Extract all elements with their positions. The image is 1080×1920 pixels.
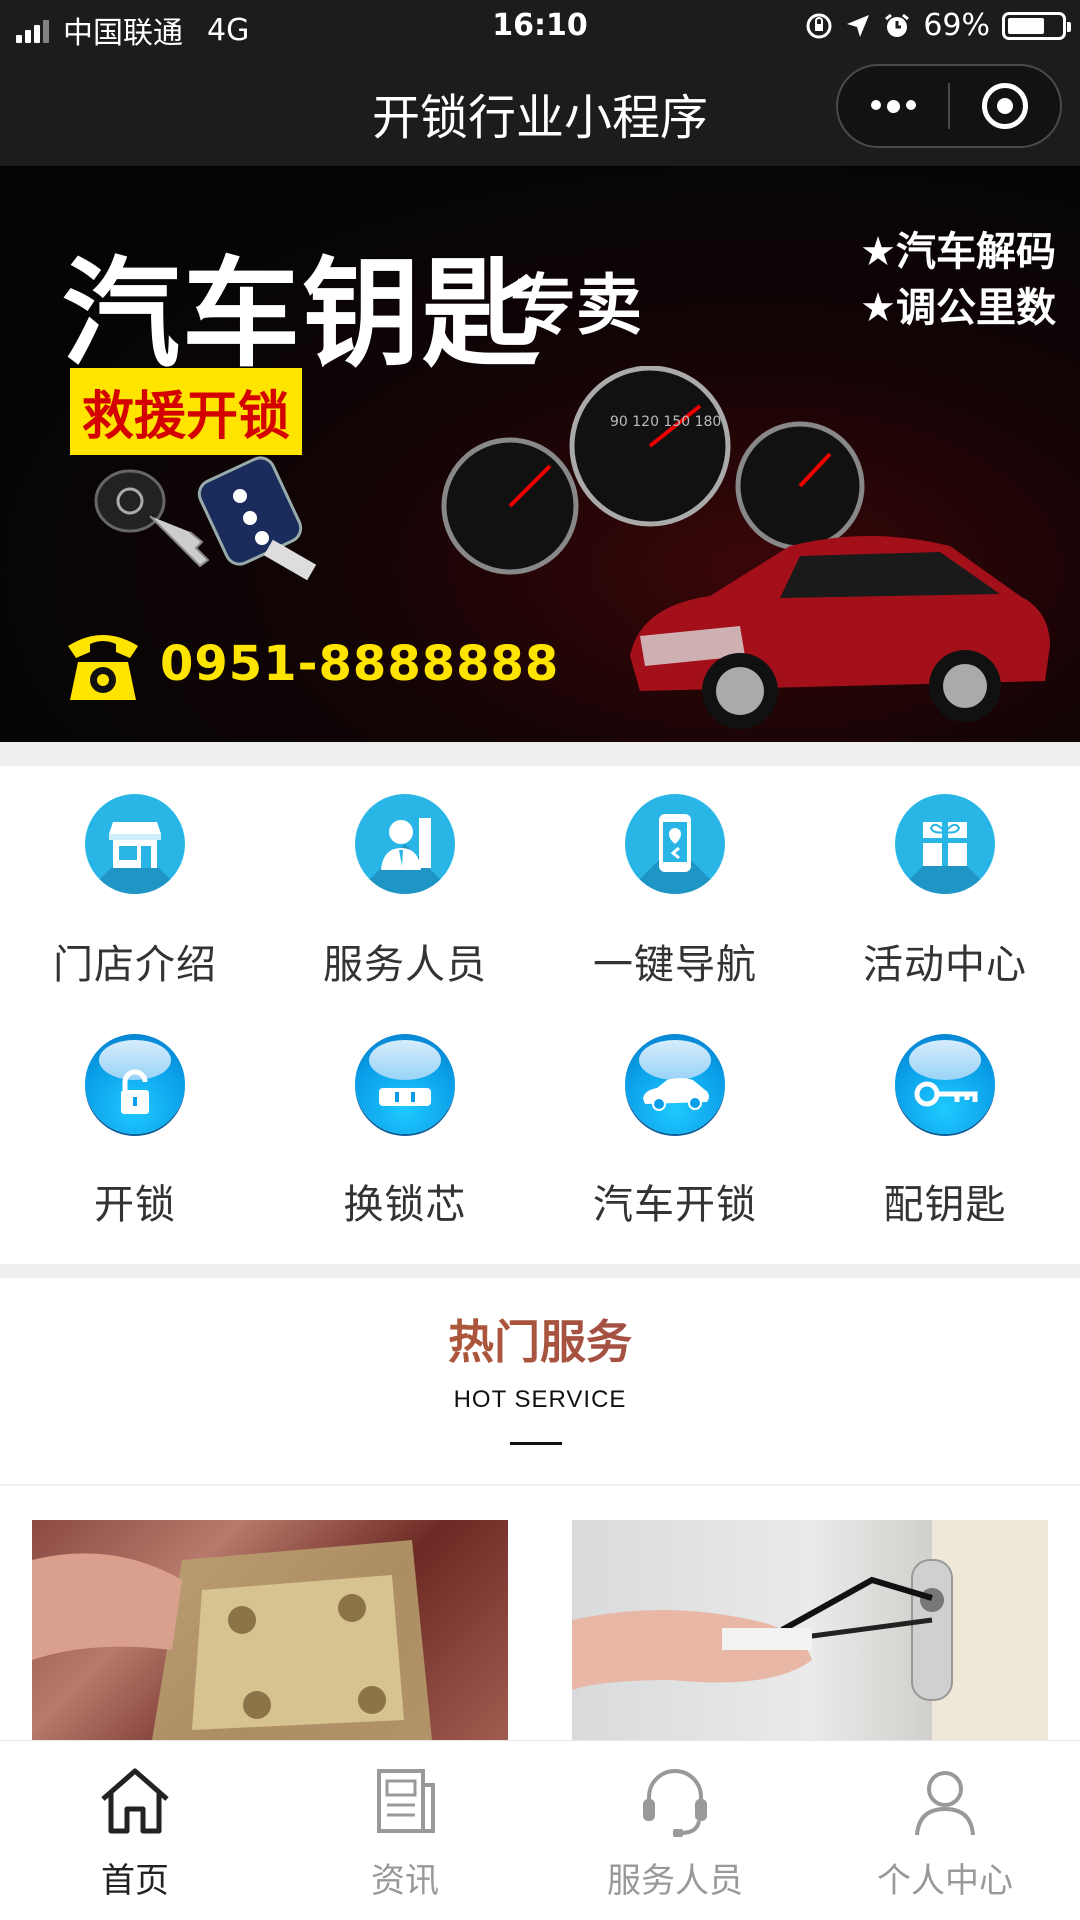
service-card-key-photo[interactable] <box>572 1520 1048 1740</box>
section-divider <box>0 1264 1080 1278</box>
tab-label: 服务人员 <box>607 1861 743 1901</box>
car-keys-image <box>94 456 317 581</box>
car-icon <box>625 1034 725 1134</box>
banner-feature-list: ★汽车解码 ★调公里数 <box>860 224 1056 336</box>
grid-label: 活动中心 <box>863 942 1027 988</box>
tab-home[interactable]: 首页 <box>0 1741 270 1920</box>
grid-label: 门店介绍 <box>53 942 217 988</box>
navigation-bar: 开锁行业小程序 <box>0 54 1080 166</box>
location-arrow-icon <box>847 14 870 37</box>
padlock-icon <box>85 1034 185 1134</box>
battery-percent: 69% <box>923 8 990 43</box>
target-circle-icon <box>981 83 1028 129</box>
battery-level <box>1008 17 1044 34</box>
red-car-image <box>630 536 1050 729</box>
key-icon <box>895 1034 995 1134</box>
lock-cylinder-icon <box>355 1034 455 1134</box>
rescue-unlock-tag: 救援开锁 <box>70 368 303 455</box>
grid-label: 服务人员 <box>323 942 487 988</box>
more-dots-icon <box>870 99 916 113</box>
storefront-icon <box>85 794 185 894</box>
key-in-lock-image <box>572 1520 1048 1740</box>
banner-title-suffix: 专卖 <box>510 267 642 344</box>
section-separator <box>0 1484 1080 1486</box>
tab-service-staff[interactable]: 服务人员 <box>540 1741 810 1920</box>
mini-program-capsule <box>836 64 1062 148</box>
staff-person-icon <box>355 794 455 894</box>
telephone-icon <box>68 635 138 700</box>
grid-item-activity-center[interactable]: 活动中心 <box>810 766 1080 1006</box>
grid-label: 换锁芯 <box>343 1182 467 1228</box>
tab-news[interactable]: 资讯 <box>270 1741 540 1920</box>
lock-hasp-image <box>32 1540 432 1740</box>
banner-feature: ★调公里数 <box>860 285 1056 331</box>
gift-icon <box>895 794 995 894</box>
grid-label: 一键导航 <box>593 942 757 988</box>
bottom-tab-bar: 首页 资讯 服务人员 个人中心 <box>0 1740 1080 1920</box>
orientation-lock-icon <box>806 13 832 38</box>
service-card-unlock-photo[interactable] <box>32 1520 508 1740</box>
tab-label: 资讯 <box>371 1861 439 1901</box>
tab-label: 个人中心 <box>877 1861 1013 1901</box>
grid-item-unlock[interactable]: 开锁 <box>0 1006 270 1246</box>
grid-item-store-intro[interactable]: 门店介绍 <box>0 766 270 1006</box>
more-button[interactable] <box>838 66 948 146</box>
grid-item-replace-cylinder[interactable]: 换锁芯 <box>270 1006 540 1246</box>
grid-item-navigation[interactable]: 一键导航 <box>540 766 810 1006</box>
banner-title: 汽车钥匙 <box>62 245 543 383</box>
news-icon <box>377 1769 435 1833</box>
tab-personal-center[interactable]: 个人中心 <box>810 1741 1080 1920</box>
status-right: 69% <box>805 8 1071 43</box>
banner-phone-number: 0951-8888888 <box>160 636 560 692</box>
grid-label: 汽车开锁 <box>593 1182 757 1228</box>
banner-feature: ★汽车解码 <box>860 229 1056 275</box>
promo-banner[interactable]: 汽车钥匙 专卖 ★汽车解码 ★调公里数 救援开锁 90 120 150 180 … <box>0 166 1080 742</box>
svg-text:90 120 150 180: 90 120 150 180 <box>610 414 721 430</box>
section-divider <box>0 742 1080 766</box>
status-bar: 中国联通 4G 16:10 69% <box>0 0 1080 54</box>
service-grid: 门店介绍 服务人员 一键导航 活动中心 开锁 换锁芯 汽车开锁 配钥匙 <box>0 766 1080 1266</box>
headset-icon <box>643 1769 707 1837</box>
hot-service-subtitle: HOT SERVICE <box>453 1386 627 1413</box>
grid-label: 配钥匙 <box>883 1182 1007 1228</box>
battery-icon <box>1002 11 1071 40</box>
phone-navigation-icon <box>625 794 725 894</box>
title-underline <box>510 1442 562 1445</box>
alarm-clock-icon <box>885 13 910 37</box>
home-icon <box>101 1768 169 1834</box>
tab-label: 首页 <box>101 1861 169 1901</box>
grid-item-key-copy[interactable]: 配钥匙 <box>810 1006 1080 1246</box>
hot-service-title: 热门服务 <box>0 1306 1080 1372</box>
grid-item-service-staff[interactable]: 服务人员 <box>270 766 540 1006</box>
grid-label: 开锁 <box>94 1182 176 1228</box>
grid-item-car-unlock[interactable]: 汽车开锁 <box>540 1006 810 1246</box>
user-icon <box>915 1771 975 1836</box>
close-program-button[interactable] <box>950 66 1060 146</box>
